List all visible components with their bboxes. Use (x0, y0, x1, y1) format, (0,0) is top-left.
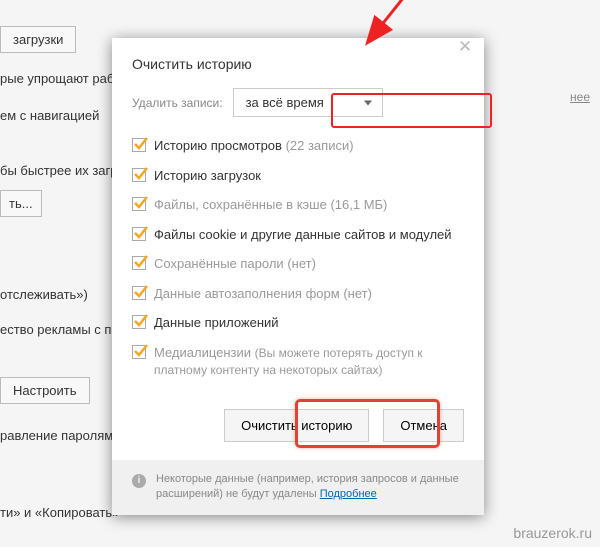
chevron-down-icon (364, 100, 372, 105)
close-icon[interactable]: ✕ (456, 38, 474, 56)
watermark: brauzerok.ru (513, 525, 592, 541)
footer-text: Некоторые данные (например, история запр… (156, 473, 459, 500)
checkbox[interactable] (132, 138, 146, 152)
dialog-buttons: Очистить историю Отмена (112, 399, 484, 460)
checkbox-row: Сохранённые пароли (нет) (132, 249, 464, 279)
checkbox-row: Файлы cookie и другие данные сайтов и мо… (132, 220, 464, 250)
clear-history-dialog: ✕ Очистить историю Удалить записи: за вс… (112, 38, 484, 515)
clear-history-button[interactable]: Очистить историю (224, 409, 369, 442)
delete-label: Удалить записи: (132, 96, 223, 110)
checkbox[interactable] (132, 256, 146, 270)
dialog-header: Очистить историю (112, 38, 484, 84)
delete-range-row: Удалить записи: за всё время (112, 84, 484, 131)
downloads-button[interactable]: загрузки (0, 26, 76, 53)
checkbox-row: Историю просмотров (22 записи) (132, 131, 464, 161)
cancel-button[interactable]: Отмена (383, 409, 464, 442)
configure-button[interactable]: Настроить (0, 377, 90, 404)
checkbox-suffix: (22 записи) (286, 138, 354, 153)
checkbox[interactable] (132, 168, 146, 182)
checkbox[interactable] (132, 345, 146, 359)
checkbox-suffix: (16,1 МБ) (330, 197, 387, 212)
checkbox-suffix: (нет) (287, 256, 316, 271)
ellipsis-button[interactable]: ть... (0, 190, 42, 217)
checkbox-label: Данные приложений (154, 314, 279, 332)
checkbox-label: Файлы, сохранённые в кэше (154, 197, 327, 212)
select-value: за всё время (246, 95, 324, 110)
time-range-select[interactable]: за всё время (233, 88, 383, 117)
checkbox-label: Сохранённые пароли (154, 256, 284, 271)
checkbox-row: Файлы, сохранённые в кэше (16,1 МБ) (132, 190, 464, 220)
checkbox-label: Историю загрузок (154, 167, 261, 185)
checkbox-suffix: (нет) (343, 286, 372, 301)
checkbox-list: Историю просмотров (22 записи) Историю з… (112, 131, 484, 399)
checkbox-row: Историю загрузок (132, 161, 464, 191)
more-link[interactable]: нее (570, 90, 590, 104)
dialog-title: Очистить историю (132, 56, 464, 72)
checkbox[interactable] (132, 197, 146, 211)
checkbox[interactable] (132, 227, 146, 241)
checkbox-row: Данные приложений (132, 308, 464, 338)
checkbox-label: Данные автозаполнения форм (154, 286, 340, 301)
dialog-footer: i Некоторые данные (например, история за… (112, 460, 484, 515)
checkbox-row: Данные автозаполнения форм (нет) (132, 279, 464, 309)
checkbox-label: Историю просмотров (154, 138, 282, 153)
checkbox-row: Медиалицензии (Вы можете потерять доступ… (132, 338, 464, 385)
footer-more-link[interactable]: Подробнее (320, 488, 377, 500)
checkbox-label: Файлы cookie и другие данные сайтов и мо… (154, 226, 452, 244)
checkbox-label: Медиалицензии (154, 345, 251, 360)
info-icon: i (132, 474, 146, 488)
checkbox[interactable] (132, 286, 146, 300)
checkbox[interactable] (132, 315, 146, 329)
